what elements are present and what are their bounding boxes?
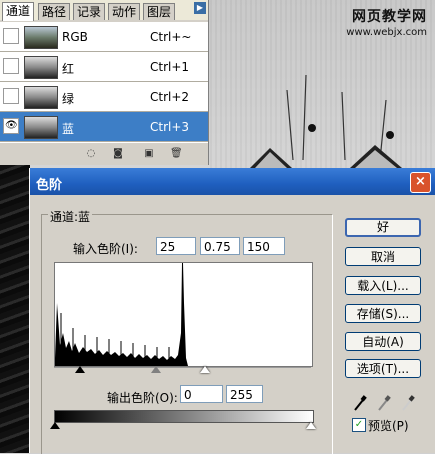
input-black-field[interactable]: 25 xyxy=(156,237,196,255)
output-black-slider[interactable] xyxy=(50,422,60,429)
new-channel-icon[interactable]: ▣ xyxy=(143,148,155,160)
watermark-title: 网页教学网 xyxy=(352,9,427,25)
input-slider-track xyxy=(54,367,311,368)
gray-eyedropper-icon[interactable] xyxy=(377,395,391,411)
load-button[interactable]: 载入(L)... xyxy=(345,276,421,295)
visibility-toggle[interactable] xyxy=(3,88,19,104)
channel-row-rgb[interactable]: RGB Ctrl+~ xyxy=(0,22,208,52)
save-button[interactable]: 存储(S)... xyxy=(345,304,421,323)
channel-label: 通道:蓝 xyxy=(48,208,93,225)
save-selection-icon[interactable]: ◙ xyxy=(112,148,124,160)
visibility-toggle[interactable] xyxy=(3,28,19,44)
eye-icon: 👁 xyxy=(5,120,18,131)
levels-dialog: 色阶 × 通道:蓝 输入色阶(I): 25 0.75 150 输出色阶(O): … xyxy=(29,168,435,454)
channel-thumbnail xyxy=(24,116,58,139)
dialog-titlebar[interactable]: 色阶 × xyxy=(30,168,435,195)
channel-name: 红 xyxy=(62,62,75,76)
panel-footer: ◌ ◙ ▣ 🗑 xyxy=(0,142,208,165)
tab-paths[interactable]: 路径 xyxy=(38,3,71,20)
channel-thumbnail xyxy=(24,26,58,49)
cancel-button[interactable]: 取消 xyxy=(345,247,421,266)
tab-channels[interactable]: 通道 xyxy=(2,2,35,21)
channel-name: 蓝 xyxy=(62,122,75,136)
histogram-graph xyxy=(55,263,188,366)
preview-checkbox[interactable]: ✓ xyxy=(352,418,366,432)
black-eyedropper-icon[interactable] xyxy=(353,395,367,411)
auto-button[interactable]: 自动(A) xyxy=(345,332,421,351)
visibility-toggle[interactable] xyxy=(3,58,19,74)
tab-actions[interactable]: 动作 xyxy=(108,3,141,20)
output-levels-label: 输出色阶(O): xyxy=(107,391,178,405)
channel-row-green[interactable]: 绿 Ctrl+2 xyxy=(0,82,208,112)
dialog-title: 色阶 xyxy=(36,178,63,193)
channel-list: RGB Ctrl+~ 红 Ctrl+1 绿 Ctrl+2 👁 蓝 Ctrl+3 xyxy=(0,22,208,142)
input-black-slider[interactable] xyxy=(75,366,85,373)
load-selection-icon[interactable]: ◌ xyxy=(85,148,97,160)
channel-name: RGB xyxy=(62,30,88,44)
input-gamma-slider[interactable] xyxy=(151,366,161,373)
output-gradient-bar xyxy=(54,410,314,423)
tab-layers[interactable]: 图层 xyxy=(143,3,176,20)
channels-panel: 通道 路径 记录 动作 图层 ▶ RGB Ctrl+~ 红 Ctrl+1 绿 C… xyxy=(0,0,209,165)
input-white-slider[interactable] xyxy=(200,366,210,373)
panel-menu-arrow-icon[interactable]: ▶ xyxy=(194,2,206,14)
options-button[interactable]: 选项(T)... xyxy=(345,359,421,378)
close-button[interactable]: × xyxy=(410,172,431,193)
watermark: 网页教学网 www.webjx.com xyxy=(346,6,427,38)
channel-shortcut: Ctrl+~ xyxy=(150,30,192,44)
channel-name: 绿 xyxy=(62,92,75,106)
visibility-toggle[interactable]: 👁 xyxy=(3,118,19,134)
panel-tab-bar: 通道 路径 记录 动作 图层 ▶ xyxy=(0,0,208,21)
input-levels-label: 输入色阶(I): xyxy=(73,242,138,256)
tab-history[interactable]: 记录 xyxy=(73,3,106,20)
white-eyedropper-icon[interactable] xyxy=(401,395,415,411)
output-black-field[interactable]: 0 xyxy=(180,385,223,403)
channel-shortcut: Ctrl+1 xyxy=(150,60,190,74)
trash-icon[interactable]: 🗑 xyxy=(170,148,183,160)
histogram xyxy=(54,262,313,367)
channel-row-blue[interactable]: 👁 蓝 Ctrl+3 xyxy=(0,112,208,142)
output-white-slider[interactable] xyxy=(306,422,316,429)
preview-label[interactable]: 预览(P) xyxy=(368,417,409,434)
channel-shortcut: Ctrl+3 xyxy=(150,120,190,134)
ok-button[interactable]: 好 xyxy=(345,218,421,237)
input-white-field[interactable]: 150 xyxy=(243,237,285,255)
channel-row-red[interactable]: 红 Ctrl+1 xyxy=(0,52,208,82)
channel-thumbnail xyxy=(24,56,58,79)
output-white-field[interactable]: 255 xyxy=(226,385,263,403)
channel-thumbnail xyxy=(24,86,58,109)
channel-shortcut: Ctrl+2 xyxy=(150,90,190,104)
watermark-url: www.webjx.com xyxy=(346,27,427,38)
input-gamma-field[interactable]: 0.75 xyxy=(200,237,240,255)
